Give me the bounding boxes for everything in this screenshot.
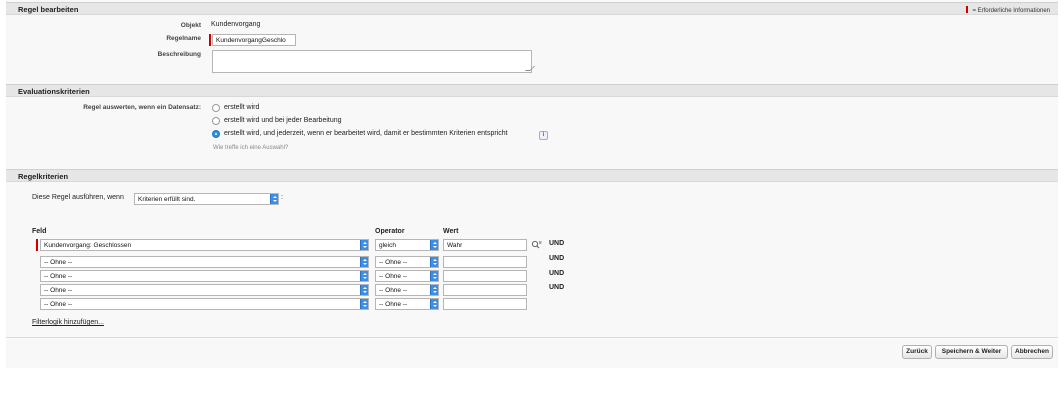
operator-value: -- Ohne -- <box>379 259 408 266</box>
connector-und-2: UND <box>549 255 565 262</box>
radio-created-and-every-edit-label: erstellt wird und bei jeder Bearbeitung <box>224 117 342 124</box>
section-header-evaluation: Evaluationskriterien <box>6 84 1058 97</box>
back-button[interactable]: Zurück <box>902 345 932 359</box>
info-icon[interactable]: i <box>539 131 548 140</box>
radio-created[interactable] <box>212 104 220 112</box>
rule-name-input[interactable]: KundenvorgangGeschlo <box>212 34 296 46</box>
section-title: Regel bearbeiten <box>18 5 79 14</box>
required-marker-icon <box>966 6 969 13</box>
select-arrow-icon <box>430 240 438 250</box>
select-arrow-icon <box>430 257 438 267</box>
field-value: -- Ohne -- <box>44 259 73 266</box>
criteria-field-select-2[interactable]: -- Ohne -- <box>40 256 369 268</box>
criteria-operator-select-4[interactable]: -- Ohne -- <box>375 284 439 296</box>
evaluation-prompt: Regel auswerten, wenn ein Datensatz: <box>83 104 201 111</box>
section-title: Regelkriterien <box>18 172 69 181</box>
select-arrow-icon <box>430 299 438 309</box>
criteria-value-input-4[interactable] <box>443 284 527 296</box>
criteria-operator-select-5[interactable]: -- Ohne -- <box>375 298 439 310</box>
criteria-operator-select-3[interactable]: -- Ohne -- <box>375 270 439 282</box>
object-label: Objekt <box>180 22 201 29</box>
run-condition-value: Kriterien erfüllt sind. <box>138 196 196 203</box>
criteria-operator-select-2[interactable]: -- Ohne -- <box>375 256 439 268</box>
rule-name-label: Regelname <box>166 35 201 42</box>
criteria-value-input-1[interactable]: Wahr <box>443 239 527 251</box>
object-value: Kundenvorgang <box>211 21 261 28</box>
operator-value: -- Ohne -- <box>379 287 408 294</box>
operator-value: -- Ohne -- <box>379 301 408 308</box>
radio-created-and-meets-criteria-label: erstellt wird, und jederzeit, wenn er be… <box>224 130 508 137</box>
connector-und-1: UND <box>549 240 565 247</box>
column-header-value: Wert <box>443 228 459 235</box>
field-value: -- Ohne -- <box>44 301 73 308</box>
radio-created-and-meets-criteria[interactable] <box>212 130 220 138</box>
lookup-icon[interactable] <box>531 240 542 249</box>
section-title: Evaluationskriterien <box>18 87 90 96</box>
select-arrow-icon <box>360 257 368 267</box>
select-arrow-icon <box>430 285 438 295</box>
description-textarea[interactable] <box>212 50 535 73</box>
radio-created-label: erstellt wird <box>224 104 260 111</box>
required-indicator <box>36 239 38 251</box>
criteria-field-select-4[interactable]: -- Ohne -- <box>40 284 369 296</box>
rule-edit-panel: Regel bearbeiten = Erforderliche Informa… <box>6 0 1058 368</box>
criteria-operator-select-1[interactable]: gleich <box>375 239 439 251</box>
radio-created-and-every-edit[interactable] <box>212 117 220 125</box>
run-rule-prefix: Diese Regel ausführen, wenn <box>32 194 124 201</box>
criteria-value-input-5[interactable] <box>443 298 527 310</box>
field-value: -- Ohne -- <box>44 287 73 294</box>
criteria-value-input-2[interactable] <box>443 256 527 268</box>
required-indicator <box>209 34 211 46</box>
select-arrow-icon <box>360 271 368 281</box>
save-and-next-button[interactable]: Speichern & Weiter <box>935 345 1008 359</box>
section-header-edit-rule: Regel bearbeiten = Erforderliche Informa… <box>6 2 1058 15</box>
cancel-button[interactable]: Abbrechen <box>1011 345 1053 359</box>
connector-und-4: UND <box>549 284 565 291</box>
select-arrow-icon <box>360 240 368 250</box>
field-value: -- Ohne -- <box>44 273 73 280</box>
run-condition-select[interactable]: Kriterien erfüllt sind. <box>134 193 279 205</box>
run-rule-suffix: : <box>281 194 283 201</box>
section-header-criteria: Regelkriterien <box>6 169 1058 182</box>
criteria-value-input-3[interactable] <box>443 270 527 282</box>
column-header-field: Feld <box>32 228 47 235</box>
connector-und-3: UND <box>549 270 565 277</box>
help-link[interactable]: Wie treffe ich eine Auswahl? <box>213 145 288 151</box>
criteria-field-select-5[interactable]: -- Ohne -- <box>40 298 369 310</box>
select-arrow-icon <box>430 271 438 281</box>
criteria-field-select-1[interactable]: Kundenvorgang: Geschlossen <box>40 239 369 251</box>
field-value: Kundenvorgang: Geschlossen <box>44 242 132 249</box>
operator-value: gleich <box>379 242 396 249</box>
required-legend: = Erforderliche Informationen <box>966 6 1050 14</box>
footer-divider <box>6 337 1058 338</box>
required-legend-text: = Erforderliche Informationen <box>972 8 1050 14</box>
description-label: Beschreibung <box>157 51 201 58</box>
select-arrow-icon <box>360 285 368 295</box>
resize-grip-icon[interactable] <box>525 66 535 71</box>
operator-value: -- Ohne -- <box>379 273 408 280</box>
select-arrow-icon <box>270 194 278 204</box>
column-header-operator: Operator <box>375 228 405 235</box>
add-filter-logic-link[interactable]: Filterlogik hinzufügen... <box>32 319 104 326</box>
criteria-field-select-3[interactable]: -- Ohne -- <box>40 270 369 282</box>
select-arrow-icon <box>360 299 368 309</box>
